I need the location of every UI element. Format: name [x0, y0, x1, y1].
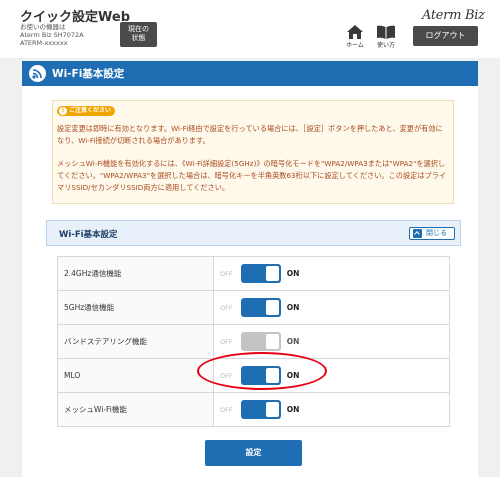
header: クイック設定Web お使いの機器は Aterm Biz SH7072A ATER… [0, 0, 500, 58]
device-line: お使いの機器は [20, 23, 66, 31]
status-button-label-2: 状態 [131, 34, 146, 42]
on-label: ON [286, 303, 300, 312]
section-header: Wi-Fi基本設定 閉じる [46, 220, 461, 246]
book-icon [377, 25, 395, 39]
brand-logo: Aterm Biz [422, 8, 485, 23]
toggle-knob [266, 334, 280, 349]
device-id: ATERM-xxxxxx [20, 39, 68, 47]
section-title: Wi-Fi基本設定 [59, 230, 118, 240]
page-title: Wi-Fi基本設定 [52, 68, 125, 80]
on-label: ON [286, 405, 300, 414]
caution-icon: ! [59, 107, 67, 115]
toggle-knob [266, 266, 280, 281]
toggle-knob [266, 402, 280, 417]
caution-badge: ! ご注意ください [57, 106, 115, 116]
page-title-bar: Wi-Fi基本設定 [22, 61, 478, 86]
caution-paragraph-1: 設定変更は即時に有効となります。Wi-Fi経由で設定を行っている場合には、［設定… [57, 124, 443, 145]
chevron-up-icon [413, 229, 422, 238]
home-label: ホーム [346, 42, 364, 49]
close-section-button[interactable]: 閉じる [409, 227, 455, 240]
toggle-cell: OFF ON [213, 256, 450, 291]
setting-label: 2.4GHz通信機能 [57, 256, 214, 291]
logout-button[interactable]: ログアウト [413, 26, 478, 46]
toggle-5ghz[interactable] [241, 298, 282, 317]
toggle-band-steering[interactable] [241, 332, 282, 351]
off-label: OFF [220, 303, 233, 312]
toggle-knob [266, 300, 280, 315]
device-info: お使いの機器は Aterm Biz SH7072A ATERM-xxxxxx [20, 23, 84, 47]
setting-label: メッシュWi-Fi機能 [57, 392, 214, 427]
howto-label: 使い方 [376, 42, 395, 49]
setting-label: MLO [57, 358, 214, 393]
toggle-cell: OFF ON [213, 392, 450, 427]
setting-row-24ghz: 2.4GHz通信機能 OFF ON [57, 256, 450, 291]
submit-button[interactable]: 設定 [205, 440, 302, 466]
current-status-button[interactable]: 現在の 状態 [120, 22, 157, 47]
home-icon [347, 25, 363, 39]
toggle-24ghz[interactable] [241, 264, 282, 283]
on-label: ON [286, 269, 300, 278]
setting-row-mesh: メッシュWi-Fi機能 OFF ON [57, 392, 450, 427]
settings-table: 2.4GHz通信機能 OFF ON 5GHz通信機能 OFF ON バンドステア… [57, 256, 450, 427]
setting-label: 5GHz通信機能 [57, 290, 214, 325]
setting-label: バンドステアリング機能 [57, 324, 214, 359]
off-label: OFF [220, 405, 233, 414]
on-label: ON [286, 337, 300, 346]
setting-row-5ghz: 5GHz通信機能 OFF ON [57, 290, 450, 325]
mlo-highlight-circle [197, 352, 327, 390]
off-label: OFF [220, 269, 233, 278]
toggle-mesh[interactable] [241, 400, 282, 419]
caution-paragraph-2: メッシュWi-Fi機能を有効化するには、《Wi-Fi詳細設定(5GHz)》の暗号… [57, 159, 447, 192]
off-label: OFF [220, 337, 233, 346]
toggle-cell: OFF ON [213, 290, 450, 325]
wifi-icon [29, 65, 46, 82]
howto-nav[interactable]: 使い方 [373, 25, 399, 51]
caution-badge-label: ご注意ください [69, 107, 112, 114]
home-nav[interactable]: ホーム [342, 25, 368, 51]
status-button-label-1: 現在の [128, 25, 149, 33]
close-label: 閉じる [426, 229, 447, 237]
device-model: Aterm Biz SH7072A [20, 31, 84, 39]
